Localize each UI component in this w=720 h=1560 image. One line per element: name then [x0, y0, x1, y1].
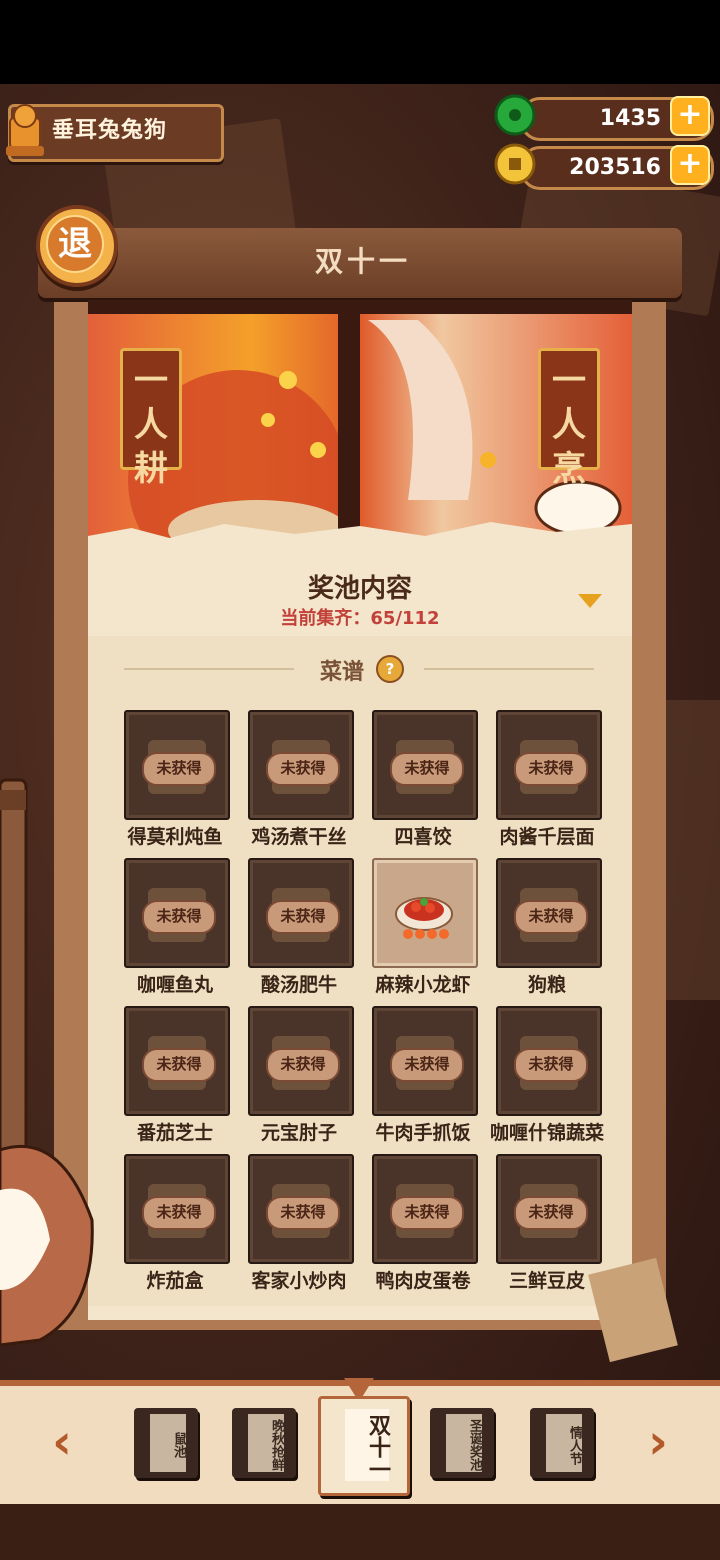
- recipe-name: 炸茄盒: [146, 1270, 204, 1292]
- tab-book[interactable]: 鼠池: [134, 1408, 198, 1478]
- banner-divider: [338, 300, 360, 548]
- recipe-name: 麻辣小龙虾: [375, 974, 471, 996]
- recipe-card[interactable]: 未获得: [372, 1154, 478, 1264]
- collapse-toggle-icon[interactable]: [578, 592, 602, 610]
- tab-label: 情人节: [546, 1414, 582, 1472]
- player-name: 垂耳兔兔狗: [52, 118, 168, 143]
- jade-amount: 1435: [599, 106, 661, 131]
- tab-book[interactable]: 晚秋抢鲜: [232, 1408, 296, 1478]
- event-title: 双十一: [314, 245, 411, 278]
- recipe-card[interactable]: 未获得: [496, 858, 602, 968]
- tab-book[interactable]: 圣诞奖池: [430, 1408, 494, 1478]
- player-avatar-icon[interactable]: [2, 100, 48, 158]
- recipe-name: 咖喱鱼丸: [136, 974, 213, 996]
- recipe-name: 元宝肘子: [260, 1122, 337, 1144]
- recipe-card[interactable]: 未获得: [248, 1154, 354, 1264]
- crayfish-dish-icon: [395, 897, 453, 939]
- tab-label: 鼠池: [150, 1414, 186, 1472]
- tab-label: 圣诞奖池: [446, 1414, 482, 1472]
- back-button-label: 退: [46, 215, 104, 273]
- right-plaque: 一人烹: [538, 348, 600, 489]
- section-title: 菜谱: [320, 660, 365, 685]
- recipe-card[interactable]: 未获得: [372, 710, 478, 820]
- next-arrow-icon[interactable]: ›: [636, 1418, 680, 1466]
- jade-icon: [494, 94, 536, 136]
- recipe-name: 鸡汤煮干丝: [251, 826, 347, 848]
- collection-progress: 当前集齐：65/112: [280, 608, 440, 629]
- recipe-name: 狗粮: [527, 974, 566, 996]
- pool-title: 奖池内容: [307, 574, 412, 604]
- event-banner: 一人耕 一人烹: [88, 300, 632, 548]
- locked-badge: 未获得: [266, 900, 340, 934]
- locked-badge: 未获得: [142, 900, 216, 934]
- left-plaque: 一人耕: [120, 348, 182, 489]
- coin-icon: [494, 143, 536, 185]
- prev-arrow-icon[interactable]: ‹: [40, 1418, 84, 1466]
- coin-amount: 203516: [569, 155, 661, 180]
- recipe-card[interactable]: 未获得: [124, 1006, 230, 1116]
- locked-badge: 未获得: [142, 1196, 216, 1230]
- recipe-card[interactable]: 未获得: [248, 1006, 354, 1116]
- tab-label: 晚秋抢鲜: [248, 1414, 284, 1472]
- locked-badge: 未获得: [266, 752, 340, 786]
- locked-badge: 未获得: [390, 1196, 464, 1230]
- recipe-name: 四喜饺: [394, 826, 452, 848]
- recipe-name: 客家小炒肉: [251, 1270, 347, 1292]
- locked-badge: 未获得: [142, 752, 216, 786]
- add-coins-button[interactable]: +: [670, 145, 710, 185]
- tab-book-active[interactable]: 双十一: [318, 1396, 410, 1496]
- recipe-name: 得莫利炖鱼: [127, 826, 223, 848]
- recipe-card[interactable]: 未获得: [124, 710, 230, 820]
- recipe-name: 番茄芝士: [136, 1122, 213, 1144]
- bottom-edge: [0, 1504, 720, 1560]
- recipe-card[interactable]: 未获得: [372, 1006, 478, 1116]
- add-jade-button[interactable]: +: [670, 96, 710, 136]
- locked-badge: 未获得: [390, 1048, 464, 1082]
- recipe-name: 咖喱什锦蔬菜: [489, 1122, 604, 1144]
- recipe-card[interactable]: 未获得: [124, 858, 230, 968]
- background-paper: [660, 700, 720, 1000]
- recipe-card[interactable]: 未获得: [496, 710, 602, 820]
- recipe-name: 酸汤肥牛: [260, 974, 337, 996]
- recipe-card[interactable]: 未获得: [124, 1154, 230, 1264]
- locked-badge: 未获得: [514, 1048, 588, 1082]
- locked-badge: 未获得: [266, 1048, 340, 1082]
- back-button[interactable]: 退: [36, 205, 118, 287]
- locked-badge: 未获得: [142, 1048, 216, 1082]
- recipe-card[interactable]: 未获得: [496, 1006, 602, 1116]
- recipe-card-owned[interactable]: [372, 858, 478, 968]
- locked-badge: 未获得: [514, 1196, 588, 1230]
- status-bar: [0, 0, 720, 84]
- recipe-name: 牛肉手抓饭: [375, 1122, 471, 1144]
- brush-decoration: [0, 778, 94, 1347]
- help-icon[interactable]: ?: [376, 655, 404, 683]
- locked-badge: 未获得: [514, 900, 588, 934]
- recipe-card[interactable]: 未获得: [248, 710, 354, 820]
- tab-label: 双十一: [345, 1409, 390, 1481]
- recipe-card[interactable]: 未获得: [496, 1154, 602, 1264]
- locked-badge: 未获得: [390, 752, 464, 786]
- divider-line: [124, 668, 294, 670]
- recipe-card[interactable]: 未获得: [248, 858, 354, 968]
- recipe-name: 鸭肉皮蛋卷: [375, 1270, 471, 1292]
- locked-badge: 未获得: [514, 752, 588, 786]
- recipe-name: 肉酱千层面: [499, 826, 595, 848]
- locked-badge: 未获得: [266, 1196, 340, 1230]
- tab-book[interactable]: 情人节: [530, 1408, 594, 1478]
- game-screen: 垂耳兔兔狗 1435 + 203516 + 双十一 退 一人耕 一人烹 奖池内容…: [0, 0, 720, 1560]
- divider-line: [424, 668, 594, 670]
